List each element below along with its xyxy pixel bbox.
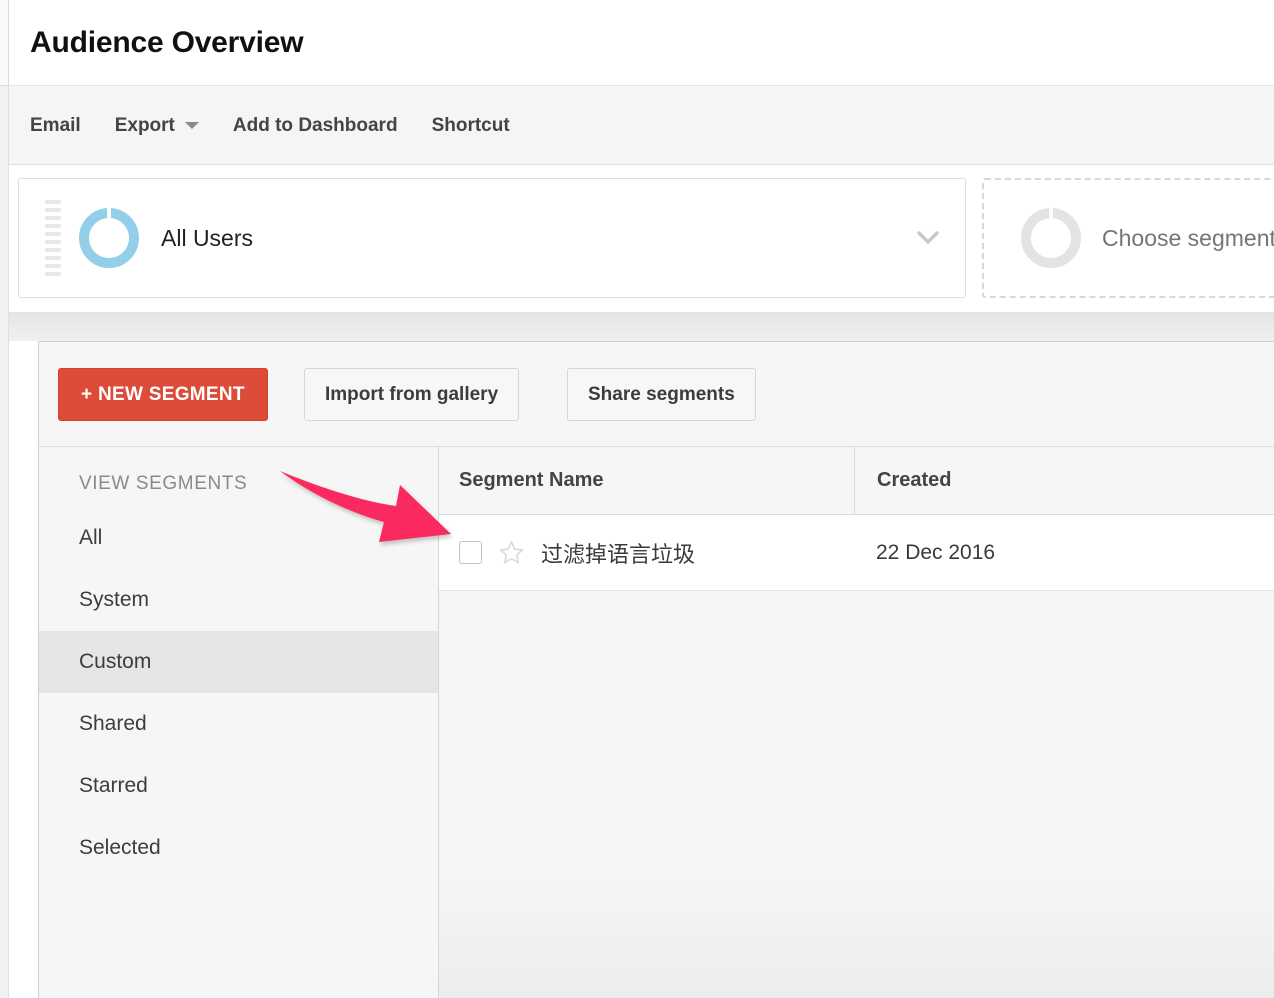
sidebar-item-custom[interactable]: Custom <box>39 631 438 693</box>
cell-created-date: 22 Dec 2016 <box>876 540 996 564</box>
action-email[interactable]: Email <box>30 115 81 137</box>
title-bar: Audience Overview <box>9 0 1274 86</box>
section-divider <box>9 312 1274 341</box>
applied-segment-all-users[interactable]: All Users <box>18 178 966 298</box>
choose-segment-label: Choose segment <box>1102 224 1274 251</box>
applied-segment-label: All Users <box>161 224 254 251</box>
segment-strip: All Users Choose segment <box>9 165 1274 312</box>
segment-row-checkbox[interactable] <box>459 541 482 564</box>
chevron-down-icon <box>184 122 199 129</box>
import-from-gallery-button[interactable]: Import from gallery <box>304 368 520 421</box>
sidebar-heading: VIEW SEGMENTS <box>79 473 248 494</box>
choose-segment-placeholder[interactable]: Choose segment <box>982 178 1274 298</box>
sidebar-item-label: System <box>79 588 150 611</box>
segment-view-sidebar: VIEW SEGMENTS All System Custom Shared S… <box>39 447 439 998</box>
segment-chevron-down-icon[interactable] <box>911 221 945 255</box>
sidebar-item-selected[interactable]: Selected <box>39 817 438 879</box>
segment-name-text: 过滤掉语言垃圾 <box>541 541 696 567</box>
segments-table-header: Segment Name Created <box>439 446 1274 515</box>
cell-segment-name: 过滤掉语言垃圾 <box>439 537 854 569</box>
segment-donut-icon <box>79 207 139 268</box>
sidebar-item-all[interactable]: All <box>39 507 438 569</box>
sidebar-item-label: All <box>79 526 103 549</box>
action-email-label: Email <box>30 114 81 136</box>
segments-table-empty-space <box>439 591 1274 998</box>
segment-panel-body: VIEW SEGMENTS All System Custom Shared S… <box>39 446 1274 998</box>
segment-panel-toolbar: + NEW SEGMENT Import from gallery Share … <box>39 342 1274 447</box>
action-add-to-dashboard-label: Add to Dashboard <box>232 114 398 136</box>
action-item-list: Email Export Add to Dashboard Shortcut <box>30 86 544 165</box>
drag-handle-icon[interactable] <box>45 200 61 276</box>
new-segment-button[interactable]: + NEW SEGMENT <box>58 368 268 421</box>
sidebar-item-shared[interactable]: Shared <box>39 693 438 755</box>
left-nav-rail <box>0 86 9 998</box>
audience-overview-page: Audience Overview Email Export Add to Da… <box>0 0 1274 998</box>
segment-manager-panel: + NEW SEGMENT Import from gallery Share … <box>38 341 1274 998</box>
share-segments-button[interactable]: Share segments <box>567 368 756 421</box>
star-icon[interactable] <box>498 539 525 566</box>
left-nav-rail-top <box>0 0 9 86</box>
column-header-segment-name[interactable]: Segment Name <box>439 469 854 492</box>
page-title: Audience Overview <box>30 26 304 59</box>
sidebar-item-label: Starred <box>79 774 148 797</box>
table-row[interactable]: 过滤掉语言垃圾 22 Dec 2016 <box>439 515 1274 591</box>
segment-donut-icon <box>1021 207 1081 268</box>
action-export[interactable]: Export <box>115 115 199 137</box>
sidebar-item-label: Selected <box>79 836 161 859</box>
report-action-bar: Email Export Add to Dashboard Shortcut <box>9 86 1274 165</box>
column-header-created[interactable]: Created <box>854 446 1274 515</box>
action-add-to-dashboard[interactable]: Add to Dashboard <box>233 115 398 137</box>
action-shortcut[interactable]: Shortcut <box>432 115 510 137</box>
action-shortcut-label: Shortcut <box>431 114 510 136</box>
sidebar-item-label: Shared <box>79 712 147 735</box>
sidebar-item-starred[interactable]: Starred <box>39 755 438 817</box>
segments-table: Segment Name Created 过滤掉语言垃圾 22 Dec 2016 <box>439 446 1274 998</box>
sidebar-item-system[interactable]: System <box>39 569 438 631</box>
action-export-label: Export <box>114 114 175 136</box>
sidebar-item-label: Custom <box>79 650 152 673</box>
